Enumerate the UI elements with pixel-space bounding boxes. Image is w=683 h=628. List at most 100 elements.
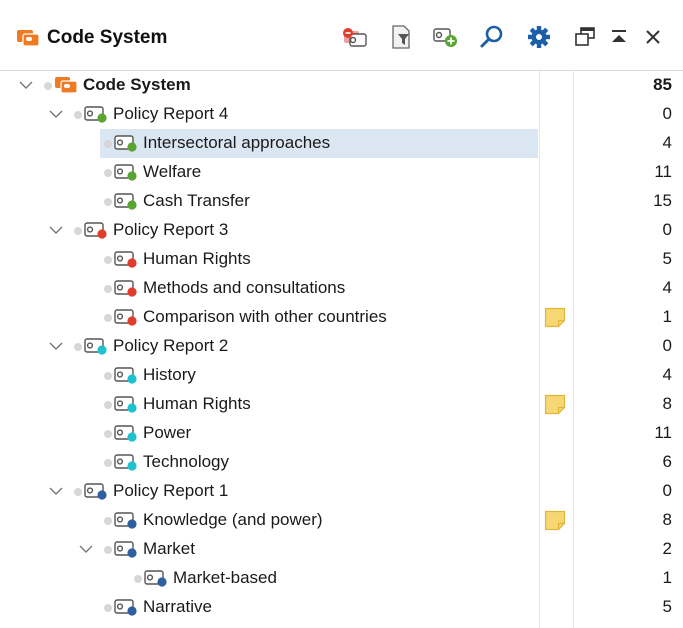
code-label: Policy Report 3 bbox=[113, 220, 229, 239]
memo-icon[interactable] bbox=[544, 510, 566, 531]
code-label: Policy Report 2 bbox=[113, 336, 229, 355]
settings-gear-icon[interactable] bbox=[525, 23, 553, 51]
activation-dot[interactable] bbox=[104, 517, 112, 525]
coded-segments-count: 11 bbox=[654, 423, 672, 442]
code-system-icon bbox=[17, 30, 40, 47]
activation-dot[interactable] bbox=[74, 488, 82, 496]
activation-dot[interactable] bbox=[104, 256, 112, 264]
code-label: Market bbox=[143, 539, 195, 558]
chevron-down-icon[interactable] bbox=[48, 483, 64, 499]
activation-dot[interactable] bbox=[44, 82, 52, 90]
code-label: History bbox=[143, 365, 196, 384]
search-icon[interactable] bbox=[478, 23, 506, 51]
code-cyan-icon bbox=[84, 338, 107, 355]
code-cyan-icon bbox=[114, 396, 137, 413]
memo-icon[interactable] bbox=[544, 307, 566, 328]
coded-segments-count: 0 bbox=[662, 481, 672, 500]
coded-segments-count: 11 bbox=[654, 162, 672, 181]
code-cyan-icon bbox=[114, 425, 137, 442]
code-cyan-icon bbox=[114, 454, 137, 471]
code-red-icon bbox=[114, 309, 137, 326]
coded-segments-count: 85 bbox=[653, 75, 672, 94]
tree-row[interactable]: Intersectoral approaches 4 bbox=[0, 129, 683, 158]
code-green-icon bbox=[114, 164, 137, 181]
tree-row[interactable]: Cash Transfer 15 bbox=[0, 187, 683, 216]
close-icon[interactable] bbox=[639, 23, 667, 51]
tree-row[interactable]: Policy Report 4 0 bbox=[0, 100, 683, 129]
code-blue-icon bbox=[114, 541, 137, 558]
undock-window-icon[interactable] bbox=[571, 23, 599, 51]
coded-segments-count: 1 bbox=[662, 568, 672, 587]
new-code-icon[interactable] bbox=[432, 23, 460, 51]
activation-dot[interactable] bbox=[104, 372, 112, 380]
tree-row[interactable]: Market 2 bbox=[0, 535, 683, 564]
activation-dot[interactable] bbox=[104, 169, 112, 177]
tree-row[interactable]: Comparison with other countries 1 bbox=[0, 303, 683, 332]
activation-dot[interactable] bbox=[104, 314, 112, 322]
activation-dot[interactable] bbox=[104, 401, 112, 409]
coded-segments-count: 0 bbox=[662, 104, 672, 123]
activation-dot[interactable] bbox=[74, 111, 82, 119]
tree-row[interactable]: Human Rights 8 bbox=[0, 390, 683, 419]
chevron-down-icon[interactable] bbox=[18, 77, 34, 93]
tree-row[interactable]: Technology 6 bbox=[0, 448, 683, 477]
tree-row[interactable]: Human Rights 5 bbox=[0, 245, 683, 274]
code-label: Intersectoral approaches bbox=[143, 133, 331, 152]
chevron-down-icon[interactable] bbox=[48, 106, 64, 122]
activation-dot[interactable] bbox=[104, 604, 112, 612]
activation-dot[interactable] bbox=[104, 285, 112, 293]
activation-dot[interactable] bbox=[104, 198, 112, 206]
code-red-icon bbox=[114, 280, 137, 297]
code-label: Code System bbox=[83, 75, 191, 94]
header-title-group: Code System bbox=[16, 27, 167, 49]
tree-row[interactable]: Policy Report 3 0 bbox=[0, 216, 683, 245]
chevron-down-icon[interactable] bbox=[48, 338, 64, 354]
activation-dot[interactable] bbox=[104, 459, 112, 467]
tree-row[interactable]: Market-based 1 bbox=[0, 564, 683, 593]
activation-dot[interactable] bbox=[134, 575, 142, 583]
code-system-icon bbox=[55, 77, 78, 94]
tree-row[interactable]: Policy Report 2 0 bbox=[0, 332, 683, 361]
activation-dot[interactable] bbox=[104, 140, 112, 148]
activation-dot[interactable] bbox=[74, 343, 82, 351]
coded-segments-count: 5 bbox=[662, 249, 672, 268]
filter-icon[interactable] bbox=[387, 23, 415, 51]
tree-row[interactable]: Methods and consultations 4 bbox=[0, 274, 683, 303]
tree-row[interactable]: Welfare 11 bbox=[0, 158, 683, 187]
code-label: Power bbox=[143, 423, 192, 442]
code-label: Methods and consultations bbox=[143, 278, 346, 297]
code-label: Cash Transfer bbox=[143, 191, 250, 210]
code-label: Human Rights bbox=[143, 394, 251, 413]
activation-dot[interactable] bbox=[104, 430, 112, 438]
code-label: Policy Report 4 bbox=[113, 104, 229, 123]
activate-codes-icon[interactable] bbox=[341, 23, 369, 51]
tree-root-row[interactable]: Code System 85 bbox=[0, 71, 683, 100]
collapse-panel-icon[interactable] bbox=[605, 23, 633, 51]
chevron-down-icon[interactable] bbox=[48, 222, 64, 238]
activation-dot[interactable] bbox=[104, 546, 112, 554]
tree-row[interactable]: Knowledge (and power) 8 bbox=[0, 506, 683, 535]
code-tree: Code System 85 Policy Report 4 0 Intersector… bbox=[0, 71, 683, 628]
code-red-icon bbox=[114, 251, 137, 268]
coded-segments-count: 0 bbox=[662, 220, 672, 239]
coded-segments-count: 8 bbox=[662, 394, 672, 413]
tree-row[interactable]: Narrative 5 bbox=[0, 593, 683, 622]
code-blue-icon bbox=[84, 483, 107, 500]
code-green-icon bbox=[84, 106, 107, 123]
memo-icon[interactable] bbox=[544, 394, 566, 415]
coded-segments-count: 4 bbox=[662, 365, 672, 384]
coded-segments-count: 1 bbox=[662, 307, 672, 326]
code-label: Policy Report 1 bbox=[113, 481, 229, 500]
activation-dot[interactable] bbox=[74, 227, 82, 235]
chevron-down-icon[interactable] bbox=[78, 541, 94, 557]
code-label: Human Rights bbox=[143, 249, 251, 268]
coded-segments-count: 2 bbox=[662, 539, 672, 558]
code-label: Technology bbox=[143, 452, 230, 471]
coded-segments-count: 0 bbox=[662, 336, 672, 355]
tree-row[interactable]: Policy Report 1 0 bbox=[0, 477, 683, 506]
coded-segments-count: 15 bbox=[653, 191, 672, 210]
coded-segments-count: 4 bbox=[662, 133, 672, 152]
tree-row[interactable]: Power 11 bbox=[0, 419, 683, 448]
code-cyan-icon bbox=[114, 367, 137, 384]
tree-row[interactable]: History 4 bbox=[0, 361, 683, 390]
